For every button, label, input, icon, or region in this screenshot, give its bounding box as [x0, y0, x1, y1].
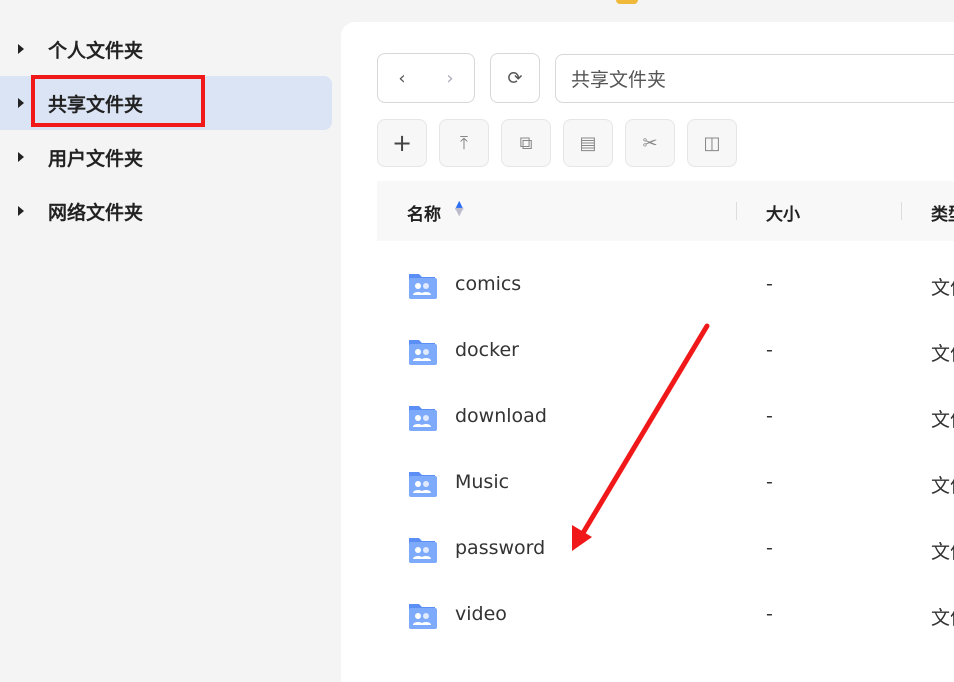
- annotation-arrow: [572, 323, 710, 551]
